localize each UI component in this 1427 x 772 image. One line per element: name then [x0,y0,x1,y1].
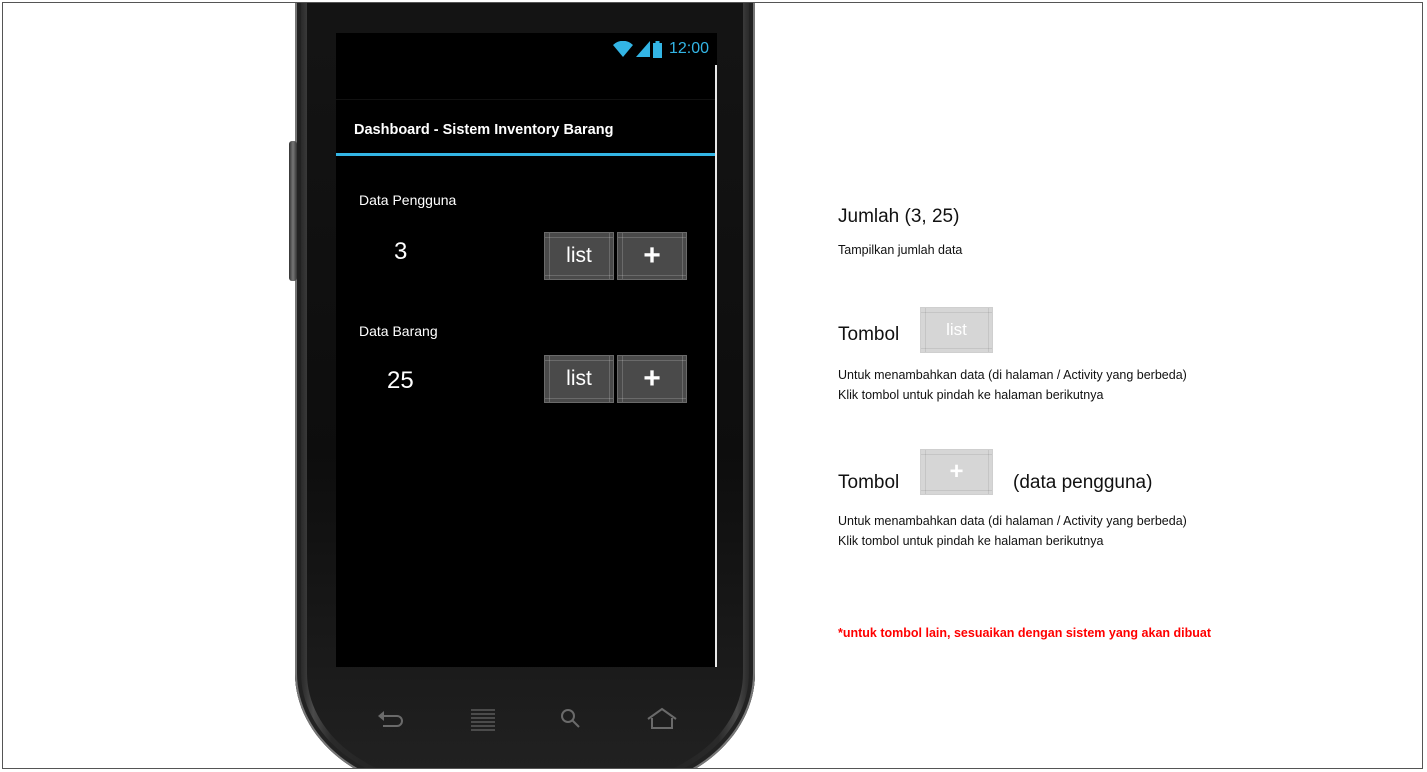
add-pengguna-button[interactable]: + [617,232,687,280]
note-text: *untuk tombol lain, sesuaikan dengan sis… [838,626,1211,640]
count-barang: 25 [387,367,414,394]
add-annotation-line2: Klik tombol untuk pindah ke halaman beri… [838,534,1104,548]
add-annotation-line1: Untuk menambahkan data (di halaman / Act… [838,514,1187,528]
section-label-barang: Data Barang [359,323,438,339]
plus-icon: + [643,362,661,395]
list-pengguna-button[interactable]: list [544,232,614,280]
list-annotation-heading: Tombol [838,324,900,345]
count-annotation-heading: Jumlah (3, 25) [838,206,960,227]
signal-icon [635,41,650,57]
plus-icon: + [643,239,661,272]
screen-edge [715,65,717,667]
list-barang-button-label: list [566,367,592,390]
list-barang-button[interactable]: list [544,355,614,403]
section-label-pengguna: Data Pengguna [359,192,457,208]
search-key-icon[interactable] [556,706,586,732]
list-annotation-line2: Klik tombol untuk pindah ke halaman beri… [838,388,1104,402]
status-bar: 12:00 [336,33,717,65]
canvas-frame: 12:00 Dashboard - Sistem Inventory Baran… [2,2,1423,769]
add-annotation-suffix: (data pengguna) [1013,472,1153,493]
add-barang-button[interactable]: + [617,355,687,403]
list-pengguna-button-label: list [566,244,592,267]
phone-screen: 12:00 Dashboard - Sistem Inventory Baran… [336,33,717,667]
action-bar: Dashboard - Sistem Inventory Barang [336,99,717,156]
menu-key-icon[interactable] [468,706,498,732]
list-annotation-line1: Untuk menambahkan data (di halaman / Act… [838,368,1187,382]
count-pengguna: 3 [394,238,408,265]
home-key-icon[interactable] [645,706,679,732]
sample-list-button: list [920,307,993,353]
back-key-icon[interactable] [375,706,405,732]
wifi-icon [612,41,633,57]
action-bar-divider [336,153,717,156]
battery-icon [652,40,662,58]
sample-list-button-label: list [946,320,967,339]
page-title: Dashboard - Sistem Inventory Barang [354,122,614,138]
sample-add-button: + [920,449,993,495]
status-time: 12:00 [668,40,709,57]
plus-icon: + [949,458,964,485]
add-annotation-heading: Tombol [838,472,900,493]
volume-key [289,141,297,281]
count-annotation-text: Tampilkan jumlah data [838,243,963,257]
